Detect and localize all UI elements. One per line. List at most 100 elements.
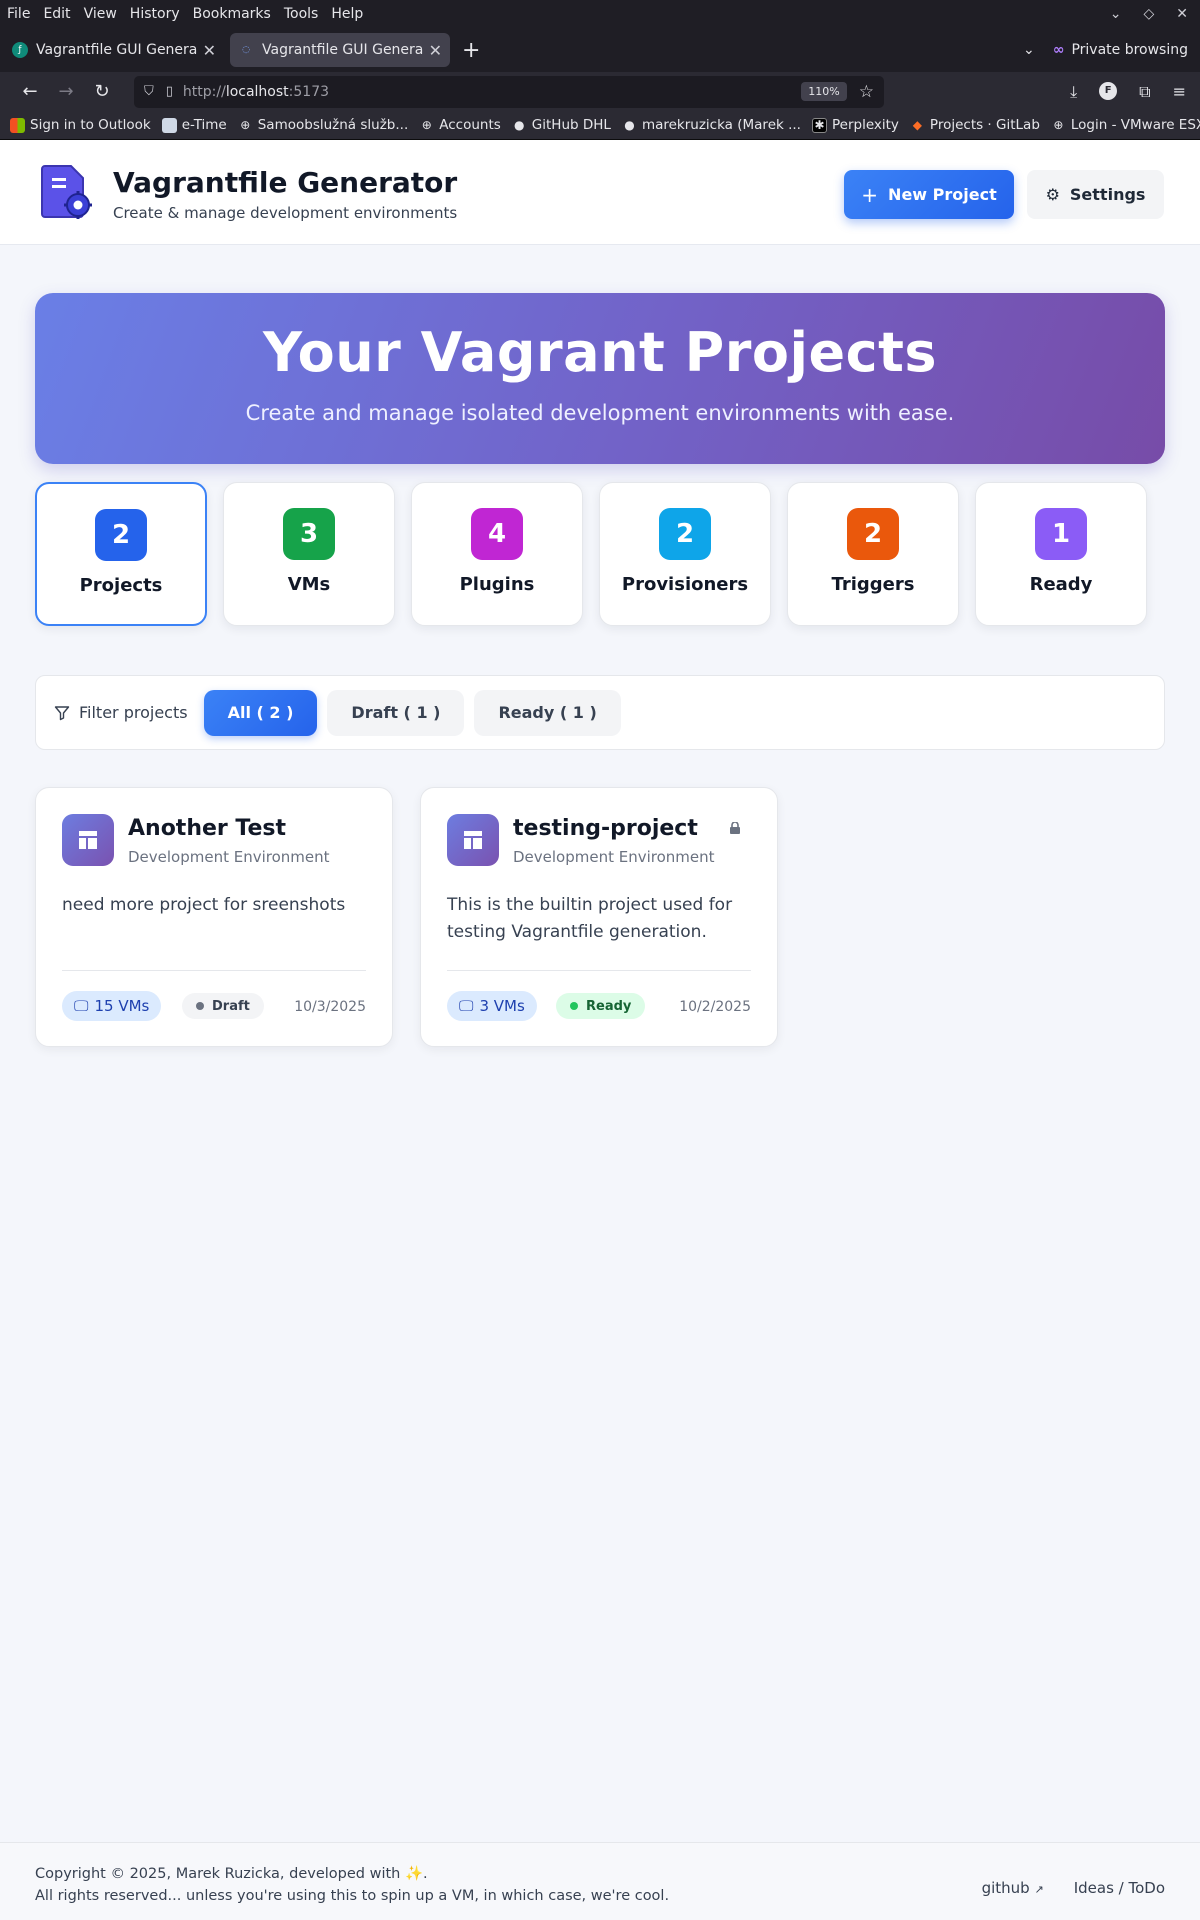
project-description: This is the builtin project used for tes… (447, 895, 733, 942)
status-dot (570, 1002, 578, 1010)
project-card[interactable]: testing-project Development Environment … (420, 787, 778, 1047)
footer-links: github ↗ Ideas / ToDo (982, 1879, 1165, 1897)
page-footer: Copyright © 2025, Marek Ruzicka, develop… (0, 1842, 1200, 1920)
vm-count-label: 15 VMs (94, 997, 150, 1015)
filter-label-text: Filter projects (79, 703, 188, 722)
card-divider (447, 970, 751, 971)
project-layout-icon (62, 814, 114, 866)
etime-icon (161, 117, 177, 133)
globe-icon: ⊕ (1053, 118, 1064, 132)
stat-card-projects[interactable]: 2 Projects (35, 482, 207, 626)
copyright-line-2: All rights reserved... unless you're usi… (35, 1888, 670, 1904)
stat-label: Plugins (459, 574, 535, 595)
url-bar[interactable]: ⛉ ▯ http:// localhost :5173 110% ☆ (134, 75, 884, 108)
gitlab-icon: ◆ (912, 118, 923, 132)
close-icon[interactable]: ✕ (1176, 6, 1188, 22)
app-subtitle: Create & manage development environments (113, 204, 458, 222)
menu-view[interactable]: View (84, 6, 117, 22)
bookmark-item[interactable]: ⊕ Accounts (419, 117, 501, 133)
stat-value: 2 (95, 509, 147, 561)
tab-close-icon[interactable]: ✕ (429, 41, 442, 60)
downloads-icon[interactable]: ⤓ (1070, 82, 1077, 102)
github-link[interactable]: github ↗ (982, 1879, 1044, 1897)
tracking-shield-icon[interactable]: ⛉ (144, 84, 154, 99)
menu-tools[interactable]: Tools (284, 6, 319, 22)
project-name[interactable]: testing-project (513, 816, 698, 841)
browser-tab-active[interactable]: ◌ Vagrantfile GUI Generator ✕ (230, 33, 450, 67)
bookmark-label: marekruzicka (Marek ... (641, 117, 801, 133)
filter-icon (54, 705, 70, 720)
bookmarks-toolbar: Sign in to Outlook e-Time ⊕ Samoobslužná… (0, 111, 1200, 140)
bookmark-item[interactable]: ⊕ Login - VMware ESXi (1051, 117, 1200, 133)
bookmark-item[interactable]: ● GitHub DHL (512, 117, 611, 133)
maximize-icon[interactable]: ◇ (1143, 6, 1154, 22)
bookmark-item[interactable]: Sign in to Outlook (10, 117, 151, 133)
new-tab-icon[interactable]: + (462, 38, 480, 63)
stat-card-plugins[interactable]: 4 Plugins (411, 482, 583, 626)
bookmark-label: e-Time (181, 117, 227, 133)
bookmark-label: Perplexity (831, 117, 899, 133)
extensions-icon[interactable]: ⧉ (1139, 82, 1150, 102)
project-card[interactable]: Another Test Development Environment nee… (35, 787, 393, 1047)
list-tabs-icon[interactable]: ⌄ (1023, 42, 1035, 58)
account-icon[interactable]: F (1099, 81, 1118, 100)
app-title: Vagrantfile Generator (113, 166, 458, 199)
vm-count-badge: 🖵 15 VMs (62, 991, 162, 1021)
zoom-indicator[interactable]: 110% (801, 82, 847, 101)
settings-button[interactable]: ⚙ Settings (1027, 170, 1164, 219)
stat-card-provisioners[interactable]: 2 Provisioners (599, 482, 771, 626)
menu-bookmarks[interactable]: Bookmarks (193, 6, 271, 22)
bookmark-star-icon[interactable]: ☆ (859, 82, 874, 102)
page-info-icon[interactable]: ▯ (166, 84, 173, 99)
filter-bar: Filter projects All ( 2 ) Draft ( 1 ) Re… (35, 675, 1165, 750)
stat-card-vms[interactable]: 3 VMs (223, 482, 395, 626)
ideas-todo-link[interactable]: Ideas / ToDo (1074, 1879, 1165, 1897)
browser-tab[interactable]: ƒ Vagrantfile GUI Generator ✕ (4, 33, 224, 67)
app-header: Vagrantfile Generator Create & manage de… (0, 140, 1200, 245)
external-link-icon: ↗ (1034, 1883, 1044, 1896)
project-name[interactable]: Another Test (128, 816, 286, 841)
minimize-icon[interactable]: ⌄ (1110, 6, 1122, 22)
bookmark-label: GitHub DHL (531, 117, 611, 133)
menu-help[interactable]: Help (331, 6, 363, 22)
plus-icon: + (861, 182, 879, 207)
bookmark-label: Sign in to Outlook (30, 117, 151, 133)
project-type: Development Environment (513, 848, 715, 866)
menu-history[interactable]: History (130, 6, 180, 22)
stat-value: 4 (471, 508, 523, 560)
back-icon[interactable]: ← (12, 81, 48, 102)
hero-banner: Your Vagrant Projects Create and manage … (35, 293, 1165, 464)
gear-icon: ⚙ (1045, 185, 1060, 204)
stats-row: 2 Projects 3 VMs 4 Plugins 2 Provisioner… (35, 482, 1165, 626)
url-port: :5173 (288, 83, 330, 100)
hero-title: Your Vagrant Projects (262, 321, 938, 384)
stat-card-ready[interactable]: 1 Ready (975, 482, 1147, 626)
private-mask-icon: ∞ (1052, 42, 1065, 58)
tab-title: Vagrantfile GUI Generator (36, 42, 197, 58)
copyright: Copyright © 2025, Marek Ruzicka, develop… (35, 1863, 669, 1907)
card-divider (62, 970, 366, 971)
new-project-button[interactable]: + New Project (844, 170, 1014, 219)
tab-close-icon[interactable]: ✕ (203, 41, 216, 60)
bookmark-item[interactable]: e-Time (161, 117, 227, 133)
filter-chip-ready[interactable]: Ready ( 1 ) (474, 689, 621, 736)
project-date: 10/2/2025 (679, 999, 751, 1015)
window-controls: ⌄ ◇ ✕ (1110, 6, 1200, 22)
bookmark-item[interactable]: ◆ Projects · GitLab (910, 117, 1040, 133)
menu-file[interactable]: File (7, 6, 30, 22)
filter-chip-all[interactable]: All ( 2 ) (203, 689, 318, 736)
bookmark-item[interactable]: ✱ Perplexity (811, 117, 899, 133)
tab-title: Vagrantfile GUI Generator (262, 42, 423, 58)
filter-chip-draft[interactable]: Draft ( 1 ) (327, 689, 465, 736)
bookmark-label: Accounts (439, 117, 501, 133)
monitor-icon: 🖵 (74, 997, 89, 1015)
new-project-label: New Project (888, 185, 997, 204)
reload-icon[interactable]: ↻ (84, 81, 120, 102)
bookmark-item[interactable]: ● marekruzicka (Marek ... (622, 117, 801, 133)
hamburger-menu-icon[interactable]: ≡ (1173, 82, 1186, 102)
bookmark-item[interactable]: ⊕ Samoobslužná služb... (238, 117, 408, 133)
stat-card-triggers[interactable]: 2 Triggers (787, 482, 959, 626)
menu-edit[interactable]: Edit (43, 6, 70, 22)
globe-icon: ⊕ (421, 118, 432, 132)
forward-icon[interactable]: → (48, 81, 84, 102)
